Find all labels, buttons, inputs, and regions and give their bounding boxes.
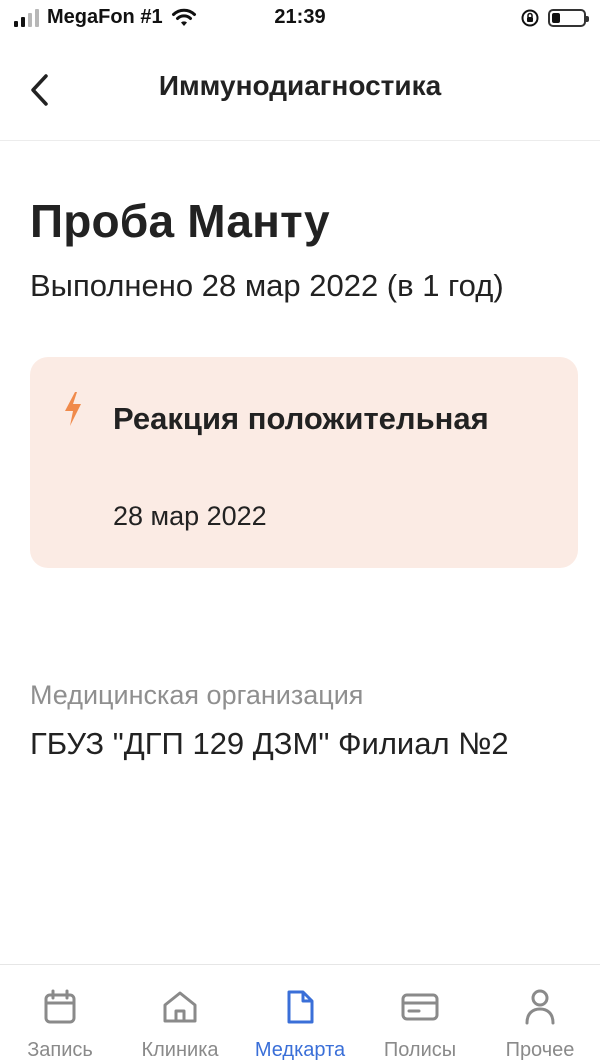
tab-polisy[interactable]: Полисы [360,965,480,1063]
result-card: Реакция положительная 28 мар 2022 [30,357,578,568]
status-right [520,8,589,28]
tab-label: Медкарта [254,1039,346,1061]
tab-label: Запись [27,1039,93,1061]
result-date: 28 мар 2022 [113,501,267,531]
organization-value: ГБУЗ "ДГП 129 ДЗМ" Филиал №2 [30,726,509,761]
document-icon [285,987,315,1027]
tab-prochee[interactable]: Прочее [480,965,600,1063]
result-title: Реакция положительная [113,401,489,436]
lightning-icon [62,391,84,432]
status-bar: MegaFon #1 21:39 [0,0,600,40]
tab-label: Клиника [141,1039,219,1061]
tab-bar: Запись Клиника Медкарта Полисы Прочее [0,964,600,1063]
page-title: Проба Манту [30,195,330,247]
tab-label: Прочее [505,1039,575,1061]
tab-zapis[interactable]: Запись [0,965,120,1063]
tab-klinika[interactable]: Клиника [120,965,240,1063]
performed-date: Выполнено 28 мар 2022 (в 1 год) [30,268,504,303]
battery-icon [548,9,589,27]
orientation-lock-icon [521,9,539,27]
tab-medkarta[interactable]: Медкарта [240,965,360,1063]
organization-label: Медицинская организация [30,680,364,710]
nav-header: Иммунодиагностика [0,40,600,141]
person-icon [523,987,557,1027]
calendar-icon [43,987,77,1027]
card-icon [400,987,440,1027]
screen: MegaFon #1 21:39 Иммунодиагностика Проба… [0,0,600,1063]
clinic-icon [161,987,199,1027]
tab-label: Полисы [383,1039,457,1061]
nav-title: Иммунодиагностика [158,70,442,101]
status-time: 21:39 [274,6,326,28]
